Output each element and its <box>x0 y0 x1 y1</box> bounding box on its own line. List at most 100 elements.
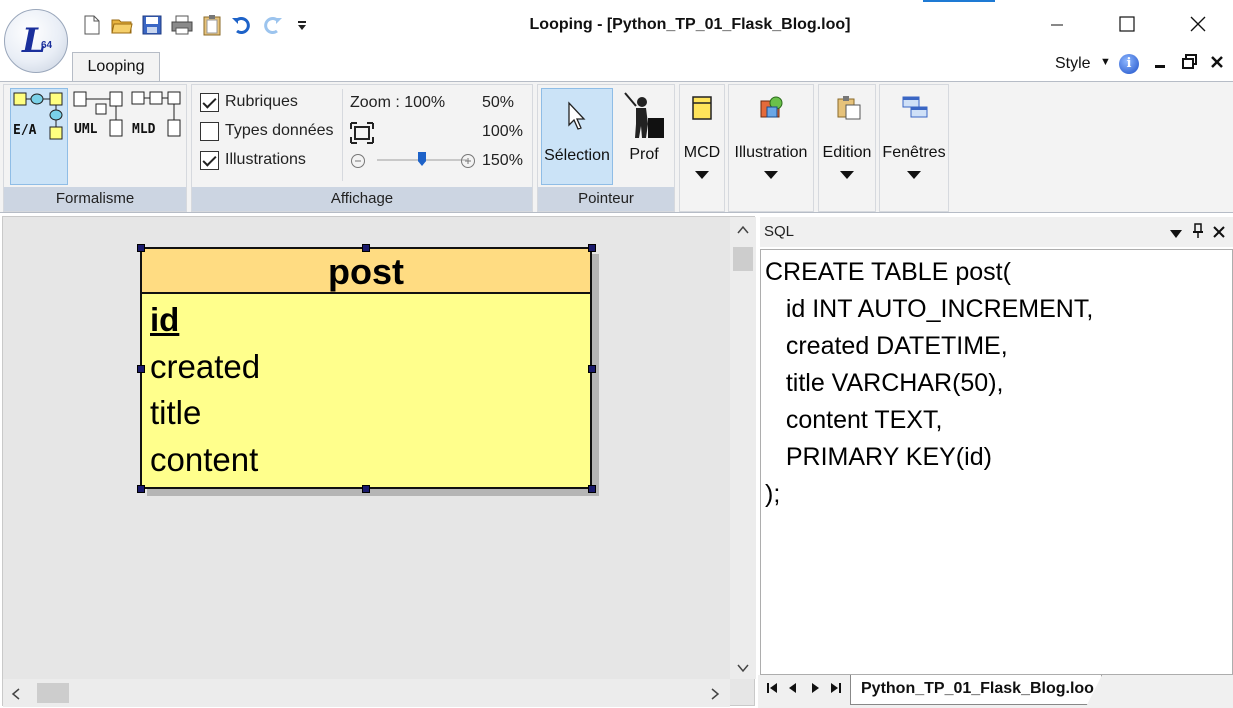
chevron-down-icon[interactable]: ▼ <box>1100 56 1111 68</box>
first-tab-icon[interactable] <box>766 682 778 697</box>
scroll-right-icon[interactable] <box>710 688 720 703</box>
mdi-close-icon[interactable] <box>1210 54 1224 75</box>
document-tab-active[interactable]: Python_TP_01_Flask_Blog.loo <box>850 675 1102 705</box>
sql-line: created DATETIME, <box>765 332 1008 360</box>
zoom-in-icon[interactable] <box>460 153 476 174</box>
vertical-scrollbar[interactable] <box>730 217 756 679</box>
teacher-icon <box>624 92 664 138</box>
entity-attribute-key: id <box>150 301 180 338</box>
entity-title: post <box>142 249 590 294</box>
affichage-divider <box>342 89 343 181</box>
horizontal-scrollbar[interactable] <box>3 679 730 707</box>
selection-label: Sélection <box>544 147 610 164</box>
info-icon[interactable]: i <box>1119 54 1139 74</box>
group-caption-affichage: Affichage <box>192 187 532 211</box>
zoom-fit-icon[interactable] <box>350 122 374 149</box>
checkbox-illustrations-label: Illustrations <box>225 151 306 168</box>
zoom-preset-50[interactable]: 50% <box>482 94 514 112</box>
ribbon-tab-row: Looping Style ▼ i <box>0 50 1233 82</box>
ribbon: E/A UML MLD Formalisme Rubriques Types d… <box>0 81 1233 213</box>
app-logo[interactable]: L 64 <box>4 9 68 73</box>
resize-handle[interactable] <box>588 244 596 252</box>
next-tab-icon[interactable] <box>810 682 820 697</box>
previous-tab-icon[interactable] <box>788 682 798 697</box>
formalism-ea-button[interactable]: E/A <box>10 88 68 185</box>
resize-handle[interactable] <box>137 244 145 252</box>
zoom-label: Zoom : 100% <box>350 94 446 111</box>
cursor-arrow-icon <box>568 101 586 130</box>
resize-handle[interactable] <box>137 485 145 493</box>
zoom-preset-100[interactable]: 100% <box>482 123 523 141</box>
resize-handle[interactable] <box>588 485 596 493</box>
resize-handle[interactable] <box>588 365 596 373</box>
zoom-slider-track[interactable] <box>377 152 467 166</box>
close-button[interactable] <box>1168 6 1228 42</box>
resize-handle[interactable] <box>362 485 370 493</box>
sql-editor[interactable]: CREATE TABLE post( id INT AUTO_INCREMENT… <box>760 249 1233 675</box>
windows-icon <box>902 96 928 118</box>
chevron-down-icon <box>695 171 709 179</box>
checkbox-types-donnees[interactable]: Types données <box>200 119 334 143</box>
looping-window: Looping - [Python_TP_01_Flask_Blog.loo] … <box>0 0 1233 708</box>
scroll-left-icon[interactable] <box>11 688 21 703</box>
edition-menu-button[interactable]: Edition <box>818 84 876 212</box>
app-logo-version: 64 <box>41 40 53 51</box>
formalism-uml-label: UML <box>74 122 98 137</box>
sql-line: id INT AUTO_INCREMENT, <box>765 295 1094 323</box>
mcd-entity-icon <box>692 96 712 120</box>
edition-clipboard-icon <box>837 96 861 120</box>
zoom-preset-150[interactable]: 150% <box>482 152 523 170</box>
tab-looping[interactable]: Looping <box>72 52 160 82</box>
illustration-label: Illustration <box>734 144 808 161</box>
resize-handle[interactable] <box>137 365 145 373</box>
horizontal-scroll-thumb[interactable] <box>37 683 69 703</box>
entity-attribute: content <box>150 441 259 478</box>
formalism-uml-button[interactable]: UML <box>72 88 126 148</box>
checkbox-illustrations-box[interactable] <box>200 150 219 170</box>
vertical-scroll-thumb[interactable] <box>733 247 753 271</box>
checkbox-illustrations[interactable]: Illustrations <box>200 148 306 172</box>
mdi-restore-icon[interactable] <box>1182 54 1198 75</box>
entity-attribute: created <box>150 348 261 385</box>
resize-handle[interactable] <box>362 244 370 252</box>
checkbox-rubriques-label: Rubriques <box>225 93 298 110</box>
maximize-button[interactable] <box>1097 6 1157 42</box>
entity-attribute: title <box>150 394 202 431</box>
prof-button[interactable]: Prof <box>616 88 672 185</box>
scroll-up-icon[interactable] <box>737 223 749 238</box>
pin-icon[interactable] <box>1192 223 1204 242</box>
selection-button[interactable]: Sélection <box>541 88 613 185</box>
zoom-slider-thumb[interactable] <box>418 152 426 166</box>
sql-pane-header: SQL <box>760 217 1233 247</box>
entity-post[interactable]: post id created title content <box>140 247 592 489</box>
mdi-minimize-icon[interactable] <box>1154 54 1166 75</box>
sql-line: PRIMARY KEY(id) <box>765 443 992 471</box>
document-tabs-bar: Python_TP_01_Flask_Blog.loo <box>758 675 1233 708</box>
title-accent <box>923 0 995 2</box>
group-pointeur: Sélection Prof Pointeur <box>537 84 675 212</box>
checkbox-types-donnees-box[interactable] <box>200 121 219 141</box>
group-caption-formalisme: Formalisme <box>4 187 186 211</box>
close-pane-icon[interactable] <box>1213 225 1225 241</box>
minimize-button[interactable] <box>1027 6 1087 42</box>
chevron-down-icon <box>907 171 921 179</box>
diagram-canvas[interactable]: post id created title content <box>2 216 756 707</box>
last-tab-icon[interactable] <box>830 682 842 697</box>
title-bar: Looping - [Python_TP_01_Flask_Blog.loo] <box>0 0 1233 50</box>
checkbox-rubriques[interactable]: Rubriques <box>200 90 298 114</box>
zoom-out-icon[interactable] <box>350 153 366 174</box>
sql-line: CREATE TABLE post( <box>765 258 1011 286</box>
sql-line: ); <box>765 480 781 508</box>
mcd-menu-button[interactable]: MCD <box>679 84 725 212</box>
mcd-label: MCD <box>683 144 721 161</box>
scroll-down-icon[interactable] <box>737 661 749 676</box>
style-menu[interactable]: Style <box>1055 55 1091 73</box>
pane-menu-icon[interactable] <box>1169 226 1183 242</box>
illustration-menu-button[interactable]: Illustration <box>728 84 814 212</box>
checkbox-rubriques-box[interactable] <box>200 92 219 112</box>
sql-line: content TEXT, <box>765 406 943 434</box>
fenetres-menu-button[interactable]: Fenêtres <box>879 84 949 212</box>
formalism-mld-label: MLD <box>132 122 156 137</box>
formalism-mld-button[interactable]: MLD <box>130 88 184 148</box>
sql-pane-title: SQL <box>764 223 795 240</box>
